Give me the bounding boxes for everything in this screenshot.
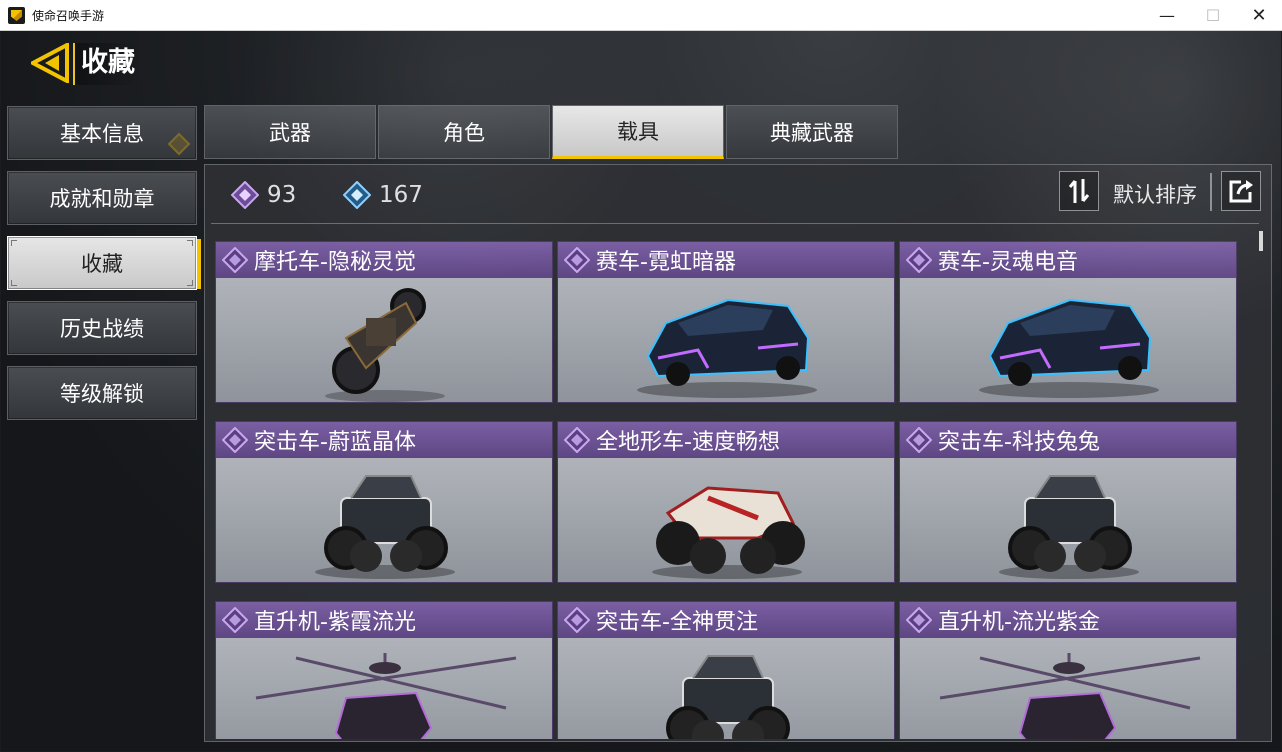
tab-characters[interactable]: 角色: [378, 105, 550, 159]
epic-diamond-icon: [564, 607, 590, 633]
epic-diamond-icon: [564, 247, 590, 273]
vehicle-preview-image: [558, 278, 894, 402]
tab-collector-weapons[interactable]: 典藏武器: [726, 105, 898, 159]
vehicle-preview-image: [558, 458, 894, 582]
window-titlebar: 使命召唤手游 — ☐ ✕: [0, 0, 1282, 31]
sidebar-item-label: 收藏: [81, 252, 123, 276]
vehicle-card[interactable]: 直升机-紫霞流光: [215, 601, 553, 739]
sidebar-item-label: 等级解锁: [60, 382, 144, 406]
scrollbar[interactable]: [1259, 231, 1263, 731]
tab-label: 武器: [269, 121, 311, 145]
vehicle-preview-image: [216, 638, 552, 739]
sidebar-item-level-unlocks[interactable]: 等级解锁: [7, 366, 197, 420]
vehicle-preview-image: [900, 278, 1236, 402]
app-icon: [8, 7, 25, 24]
vehicle-card[interactable]: 直升机-流光紫金: [899, 601, 1237, 739]
vehicle-preview-image: [900, 638, 1236, 739]
vehicle-card-header: 直升机-流光紫金: [900, 602, 1236, 638]
window-title: 使命召唤手游: [32, 9, 105, 23]
sort-arrows-icon: [1068, 179, 1090, 203]
vehicle-card-header: 突击车-科技兔兔: [900, 422, 1236, 458]
panel-divider: [211, 223, 1259, 224]
rare-diamond-icon: [343, 181, 371, 209]
epic-diamond-icon: [564, 427, 590, 453]
epic-diamond-icon: [222, 427, 248, 453]
vehicle-name: 突击车-蔚蓝晶体: [254, 430, 416, 455]
game-viewport: 收藏 基本信息 成就和勋章 收藏 历史战绩 等级解锁 武器 角色 载具 典藏武器…: [1, 31, 1281, 751]
epic-diamond-icon: [222, 607, 248, 633]
sort-toggle-button[interactable]: [1059, 171, 1099, 211]
sidebar-item-achievements[interactable]: 成就和勋章: [7, 171, 197, 225]
epic-diamond-icon: [906, 427, 932, 453]
corner-deco: [187, 240, 193, 246]
vehicle-card[interactable]: 突击车-全神贯注: [557, 601, 895, 739]
vehicle-preview-image: [900, 458, 1236, 582]
tab-vehicles[interactable]: 载具: [552, 105, 724, 159]
vehicle-preview-image: [216, 458, 552, 582]
epic-count: 93: [267, 182, 297, 208]
collection-panel: 93 167 默认排序 摩托车-隐秘灵觉 赛车-霓虹暗器 赛车-灵魂电音 突击车…: [204, 164, 1272, 742]
vehicle-name: 直升机-流光紫金: [938, 610, 1100, 635]
vehicle-preview-image: [216, 278, 552, 402]
vehicle-card[interactable]: 突击车-科技兔兔: [899, 421, 1237, 583]
vehicle-name: 突击车-科技兔兔: [938, 430, 1100, 455]
epic-diamond-icon: [222, 247, 248, 273]
minimize-button[interactable]: —: [1144, 0, 1190, 31]
vehicle-card-header: 直升机-紫霞流光: [216, 602, 552, 638]
epic-diamond-icon: [906, 247, 932, 273]
sidebar-item-match-history[interactable]: 历史战绩: [7, 301, 197, 355]
rare-count: 167: [379, 182, 423, 208]
sidebar-item-label: 成就和勋章: [49, 187, 155, 211]
vehicle-card[interactable]: 突击车-蔚蓝晶体: [215, 421, 553, 583]
corner-deco: [11, 240, 17, 246]
vehicle-card-header: 摩托车-隐秘灵觉: [216, 242, 552, 278]
sidebar-item-collection[interactable]: 收藏: [7, 236, 201, 290]
vehicle-name: 全地形车-速度畅想: [596, 430, 780, 455]
tab-label: 典藏武器: [770, 121, 854, 145]
vehicle-name: 直升机-紫霞流光: [254, 610, 416, 635]
vehicle-name: 赛车-灵魂电音: [938, 250, 1078, 275]
vehicle-card[interactable]: 摩托车-隐秘灵觉: [215, 241, 553, 403]
vehicle-card[interactable]: 赛车-灵魂电音: [899, 241, 1237, 403]
vehicle-name: 突击车-全神贯注: [596, 610, 758, 635]
sort-divider: [1210, 173, 1212, 211]
vehicle-card[interactable]: 全地形车-速度畅想: [557, 421, 895, 583]
vehicle-card-header: 赛车-霓虹暗器: [558, 242, 894, 278]
vehicle-name: 摩托车-隐秘灵觉: [254, 250, 416, 275]
back-arrow-icon: [28, 41, 69, 85]
corner-deco: [11, 280, 17, 286]
scrollbar-thumb[interactable]: [1259, 231, 1263, 251]
page-title: 收藏: [73, 43, 141, 85]
vehicle-card-header: 突击车-蔚蓝晶体: [216, 422, 552, 458]
corner-deco: [187, 280, 193, 286]
epic-diamond-icon: [231, 181, 259, 209]
tab-weapons[interactable]: 武器: [204, 105, 376, 159]
vehicle-card-header: 突击车-全神贯注: [558, 602, 894, 638]
share-button[interactable]: [1221, 171, 1261, 211]
vehicle-card-header: 赛车-灵魂电音: [900, 242, 1236, 278]
rare-count-stat: 167: [343, 181, 423, 209]
back-button[interactable]: [28, 41, 69, 85]
maximize-button[interactable]: ☐: [1190, 0, 1236, 31]
epic-diamond-icon: [906, 607, 932, 633]
sidebar-item-basic-info[interactable]: 基本信息: [7, 106, 197, 160]
share-icon: [1229, 180, 1253, 203]
tab-label: 载具: [617, 120, 659, 144]
tab-label: 角色: [443, 121, 485, 145]
vehicle-name: 赛车-霓虹暗器: [596, 250, 736, 275]
vehicle-preview-image: [558, 638, 894, 739]
sort-label[interactable]: 默认排序: [1113, 179, 1197, 209]
vehicle-card-header: 全地形车-速度畅想: [558, 422, 894, 458]
epic-count-stat: 93: [231, 181, 296, 209]
vehicle-card[interactable]: 赛车-霓虹暗器: [557, 241, 895, 403]
close-button[interactable]: ✕: [1236, 0, 1282, 31]
vehicle-grid: 摩托车-隐秘灵觉 赛车-霓虹暗器 赛车-灵魂电音 突击车-蔚蓝晶体 全地形车-速度畅想突…: [215, 241, 1239, 739]
sidebar-item-label: 基本信息: [60, 122, 144, 146]
sidebar-item-label: 历史战绩: [60, 317, 144, 341]
